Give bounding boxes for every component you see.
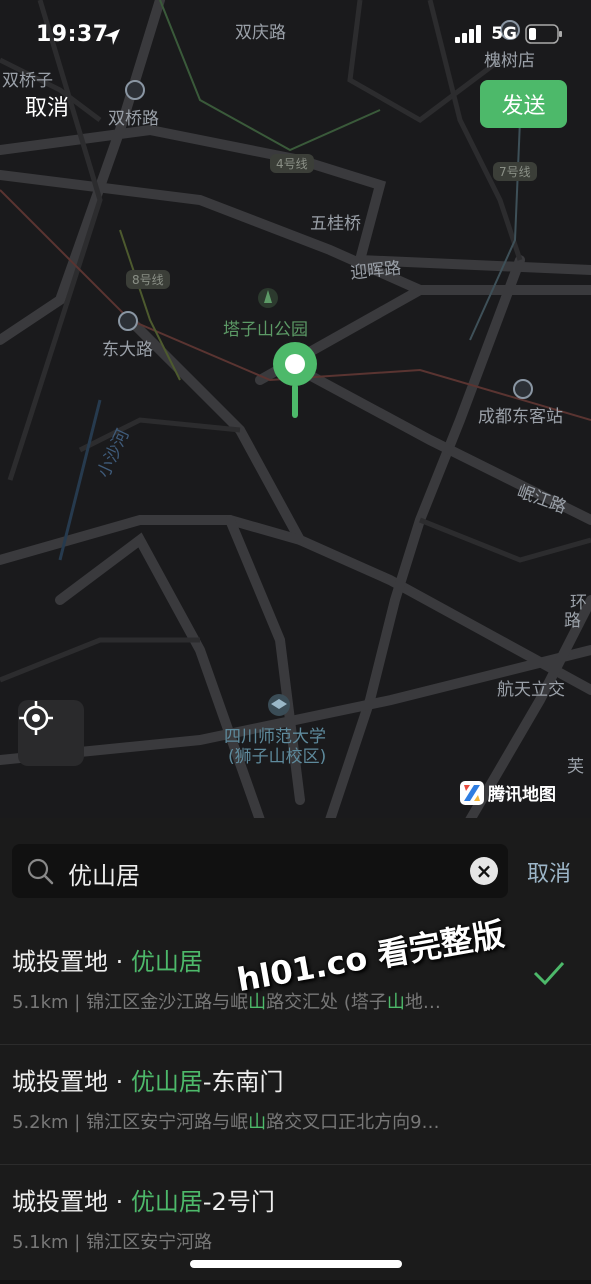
address-highlight: 山 bbox=[248, 1112, 267, 1133]
result-highlight: 优山居 bbox=[130, 948, 203, 976]
battery-icon bbox=[525, 24, 562, 44]
map-label-shuangqiao-road: 双桥路 bbox=[108, 109, 159, 129]
send-button[interactable]: 发送 bbox=[480, 80, 567, 128]
result-title: 城投置地 · 优山居-东南门 bbox=[12, 1062, 284, 1097]
metro-line-7-badge: 7号线 bbox=[493, 162, 537, 181]
map-label-chengdu-east-station: 成都东客站 bbox=[478, 407, 563, 427]
tencent-map-brand: 腾讯地图 bbox=[488, 785, 556, 805]
address-part: 5.2km | 锦江区安宁河路与岷 bbox=[12, 1112, 249, 1133]
address-part: 5.1km | 锦江区安宁河路 bbox=[12, 1232, 213, 1253]
address-highlight: 山 bbox=[386, 992, 405, 1013]
result-highlight: 优山居 bbox=[130, 1068, 203, 1096]
map-label-dongda-road: 东大路 bbox=[102, 340, 153, 360]
status-time: 19:37 bbox=[36, 22, 109, 47]
metro-line-4-badge: 4号线 bbox=[270, 154, 314, 173]
home-indicator[interactable] bbox=[190, 1260, 402, 1268]
search-panel: 优山居 × 取消 城投置地 · 优山居 5.1km | 锦江区金沙江路与岷山路交… bbox=[0, 818, 591, 1280]
cancel-button[interactable]: 取消 bbox=[25, 90, 69, 122]
signal-icon bbox=[455, 25, 482, 43]
map-label-yinghui-road: 迎晖路 bbox=[349, 258, 403, 284]
tencent-map-icon bbox=[460, 780, 484, 805]
checkmark-icon bbox=[533, 961, 565, 986]
result-highlight: 优山居 bbox=[130, 1188, 203, 1216]
result-address: 5.1km | 锦江区金沙江路与岷山路交汇处 (塔子山地… bbox=[12, 988, 441, 1014]
map-label-tazishan-park: 塔子山公园 bbox=[223, 320, 308, 340]
result-title: 城投置地 · 优山居 bbox=[12, 942, 203, 977]
result-address: 5.1km | 锦江区安宁河路 bbox=[12, 1228, 212, 1254]
result-address: 5.2km | 锦江区安宁河路与岷山路交叉口正北方向9… bbox=[12, 1108, 440, 1134]
map-label-wuguiqiao: 五桂桥 bbox=[310, 214, 361, 234]
search-input[interactable]: 优山居 × bbox=[12, 844, 508, 898]
list-item[interactable]: 城投置地 · 优山居-东南门 5.2km | 锦江区安宁河路与岷山路交叉口正北方… bbox=[0, 1044, 591, 1165]
tencent-map-logo: 腾讯地图 bbox=[460, 780, 556, 805]
result-title: 城投置地 · 优山居-2号门 bbox=[12, 1182, 275, 1217]
crosshair-icon bbox=[19, 701, 53, 735]
clear-icon[interactable]: × bbox=[470, 857, 498, 885]
result-suffix: -东南门 bbox=[202, 1068, 284, 1096]
result-prefix: 城投置地 · bbox=[12, 1188, 131, 1216]
address-part: 路交汇处 (塔子 bbox=[266, 992, 387, 1013]
network-type: 5G bbox=[491, 24, 517, 44]
map-label-shizishan-campus: (狮子山校区) bbox=[228, 747, 327, 767]
map-label-hangtian-interchange: 航天立交 bbox=[497, 680, 565, 700]
search-cancel-button[interactable]: 取消 bbox=[527, 856, 571, 888]
result-prefix: 城投置地 · bbox=[12, 948, 131, 976]
location-arrow-icon bbox=[104, 29, 120, 45]
address-part: 路交叉口正北方向9… bbox=[266, 1112, 440, 1133]
result-prefix: 城投置地 · bbox=[12, 1068, 131, 1096]
map-label-fu: 芙 bbox=[567, 757, 584, 777]
address-part: 地… bbox=[404, 992, 441, 1013]
locate-me-button[interactable] bbox=[18, 700, 84, 766]
location-pin-icon bbox=[271, 340, 319, 420]
map-label-ring-road-2: 路 bbox=[564, 611, 581, 631]
metro-line-8-badge: 8号线 bbox=[126, 270, 170, 289]
search-icon bbox=[27, 858, 54, 885]
status-bar: 19:37 5G bbox=[0, 0, 591, 70]
search-query: 优山居 bbox=[68, 862, 140, 890]
address-part: 5.1km | 锦江区金沙江路与岷 bbox=[12, 992, 249, 1013]
result-suffix: -2号门 bbox=[202, 1188, 275, 1216]
